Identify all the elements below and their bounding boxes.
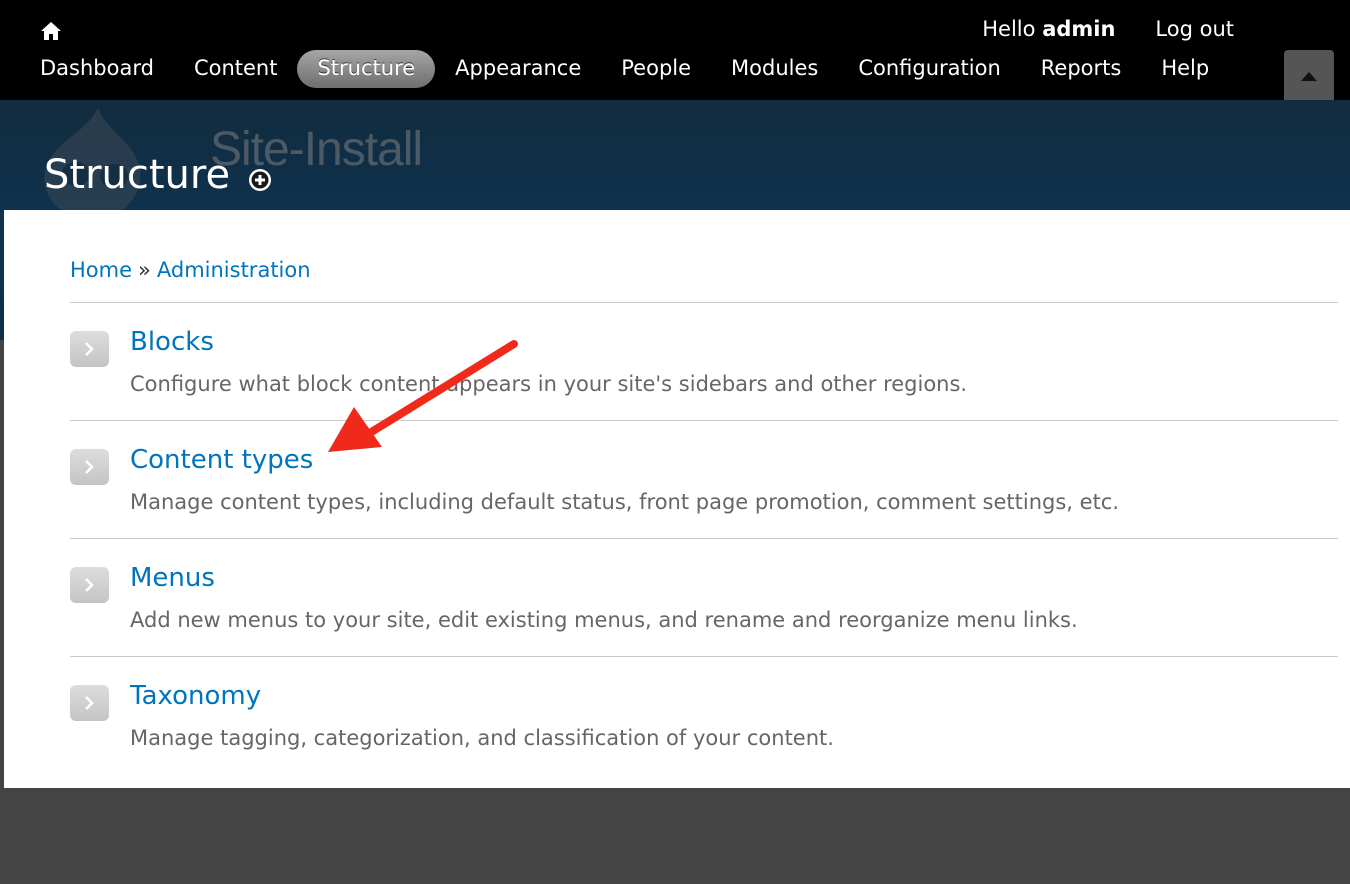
list-item: Blocks Configure what block content appe… xyxy=(70,302,1338,420)
item-description: Add new menus to your site, edit existin… xyxy=(130,608,1078,632)
admin-list: Blocks Configure what block content appe… xyxy=(70,302,1338,774)
home-icon[interactable] xyxy=(40,20,62,42)
plus-circle-icon[interactable] xyxy=(247,167,273,193)
user-greeting: Hello admin xyxy=(982,17,1116,41)
list-item: Menus Add new menus to your site, edit e… xyxy=(70,538,1338,656)
list-item: Content types Manage content types, incl… xyxy=(70,420,1338,538)
breadcrumb-home[interactable]: Home xyxy=(70,258,132,282)
breadcrumb: Home» Administration xyxy=(70,258,311,282)
menu-item-configuration[interactable]: Configuration xyxy=(838,50,1020,88)
menu-item-modules[interactable]: Modules xyxy=(711,50,838,88)
menu-item-dashboard[interactable]: Dashboard xyxy=(20,50,174,88)
triangle-up-icon xyxy=(1301,72,1317,81)
expand-arrow-button[interactable] xyxy=(70,567,109,603)
item-description: Configure what block content appears in … xyxy=(130,372,968,396)
username[interactable]: admin xyxy=(1042,17,1115,41)
list-item: Taxonomy Manage tagging, categorization,… xyxy=(70,656,1338,774)
breadcrumb-separator: » xyxy=(138,258,151,282)
expand-arrow-button[interactable] xyxy=(70,331,109,367)
chevron-right-icon xyxy=(85,460,94,474)
drawer-toggle-button[interactable] xyxy=(1284,50,1334,100)
admin-toolbar: Hello admin Log out Dashboard Content St… xyxy=(0,0,1350,100)
expand-arrow-button[interactable] xyxy=(70,449,109,485)
item-description: Manage content types, including default … xyxy=(130,490,1120,514)
item-description: Manage tagging, categorization, and clas… xyxy=(130,726,834,750)
blocks-link[interactable]: Blocks xyxy=(130,327,214,357)
site-name[interactable]: Site-Install xyxy=(210,122,423,177)
user-links: Hello admin Log out xyxy=(982,17,1234,41)
breadcrumb-administration[interactable]: Administration xyxy=(157,258,311,282)
menu-item-structure[interactable]: Structure xyxy=(297,50,436,88)
menu-item-appearance[interactable]: Appearance xyxy=(435,50,601,88)
toolbar-menu: Dashboard Content Structure Appearance P… xyxy=(20,50,1229,88)
expand-arrow-button[interactable] xyxy=(70,685,109,721)
chevron-right-icon xyxy=(85,578,94,592)
logout-link[interactable]: Log out xyxy=(1155,17,1234,41)
content-types-link[interactable]: Content types xyxy=(130,445,313,475)
menu-item-help[interactable]: Help xyxy=(1141,50,1229,88)
menu-item-reports[interactable]: Reports xyxy=(1021,50,1142,88)
chevron-right-icon xyxy=(85,696,94,710)
main-content: Home» Administration Blocks Configure wha… xyxy=(4,210,1350,788)
menu-item-people[interactable]: People xyxy=(601,50,711,88)
menu-item-content[interactable]: Content xyxy=(174,50,298,88)
menus-link[interactable]: Menus xyxy=(130,563,215,593)
page-title: Structure xyxy=(44,152,231,198)
chevron-right-icon xyxy=(85,342,94,356)
taxonomy-link[interactable]: Taxonomy xyxy=(130,681,261,711)
